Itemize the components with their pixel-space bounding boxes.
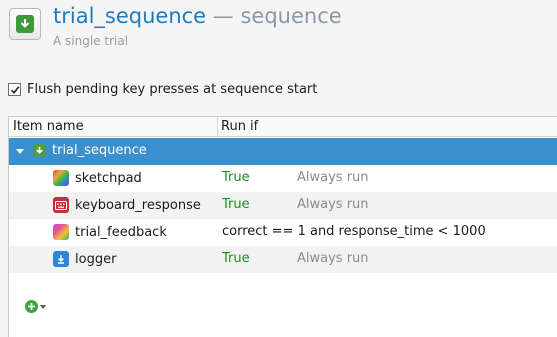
keyboard-icon <box>53 197 69 213</box>
tree-row[interactable]: sketchpad True Always run <box>9 165 557 192</box>
flush-label: Flush pending key presses at sequence st… <box>27 82 318 97</box>
item-name: keyboard_response <box>75 197 201 213</box>
column-divider[interactable] <box>217 117 218 136</box>
expand-triangle-icon[interactable] <box>16 149 24 154</box>
flush-checkbox[interactable] <box>8 83 21 96</box>
logger-icon <box>53 251 69 267</box>
run-if-note: Always run <box>297 170 369 185</box>
item-header: trial_sequence — sequence A single trial <box>0 0 557 62</box>
item-name-label[interactable]: trial_sequence <box>53 4 206 28</box>
run-if-note: Always run <box>297 251 369 266</box>
item-name-cell: logger <box>53 251 116 267</box>
checkmark-icon <box>10 85 19 94</box>
flush-keypress-option[interactable]: Flush pending key presses at sequence st… <box>8 82 317 97</box>
column-header-run-if[interactable]: Run if <box>221 119 258 134</box>
run-if-value[interactable]: correct == 1 and response_time < 1000 <box>222 224 486 239</box>
item-name: trial_feedback <box>75 224 167 240</box>
item-name-cell: keyboard_response <box>53 197 201 213</box>
sketchpad-icon <box>53 170 69 186</box>
run-if-value[interactable]: True <box>222 170 250 185</box>
tree-header: Item name Run if <box>9 117 557 137</box>
item-description[interactable]: A single trial <box>53 34 128 48</box>
item-name: logger <box>75 251 117 267</box>
root-item-name: trial_sequence <box>52 143 147 158</box>
root-name-cell: trial_sequence <box>33 143 147 158</box>
title-separator: — <box>206 4 241 28</box>
tree-row[interactable]: keyboard_response True Always run <box>9 192 557 219</box>
item-icon-button[interactable] <box>9 8 41 40</box>
plus-circle-icon <box>25 300 38 313</box>
item-title: trial_sequence — sequence <box>53 4 342 28</box>
column-header-item-name[interactable]: Item name <box>13 119 84 134</box>
item-name-cell: trial_feedback <box>53 224 167 240</box>
add-item-button[interactable] <box>25 300 46 313</box>
sequence-tree[interactable]: Item name Run if trial_sequence sketchpa… <box>8 116 557 337</box>
run-if-value[interactable]: True <box>222 251 250 266</box>
sequence-icon <box>33 144 46 157</box>
item-name: sketchpad <box>75 170 142 186</box>
sequence-download-icon <box>16 15 34 33</box>
item-type-label: sequence <box>240 4 342 28</box>
tree-row[interactable]: trial_feedback correct == 1 and response… <box>9 219 557 246</box>
tree-row[interactable]: logger True Always run <box>9 246 557 273</box>
feedback-icon <box>53 224 69 240</box>
run-if-note: Always run <box>297 197 369 212</box>
item-name-cell: sketchpad <box>53 170 142 186</box>
tree-row-root[interactable]: trial_sequence <box>9 138 557 165</box>
chevron-down-icon <box>40 304 46 309</box>
run-if-value[interactable]: True <box>222 197 250 212</box>
